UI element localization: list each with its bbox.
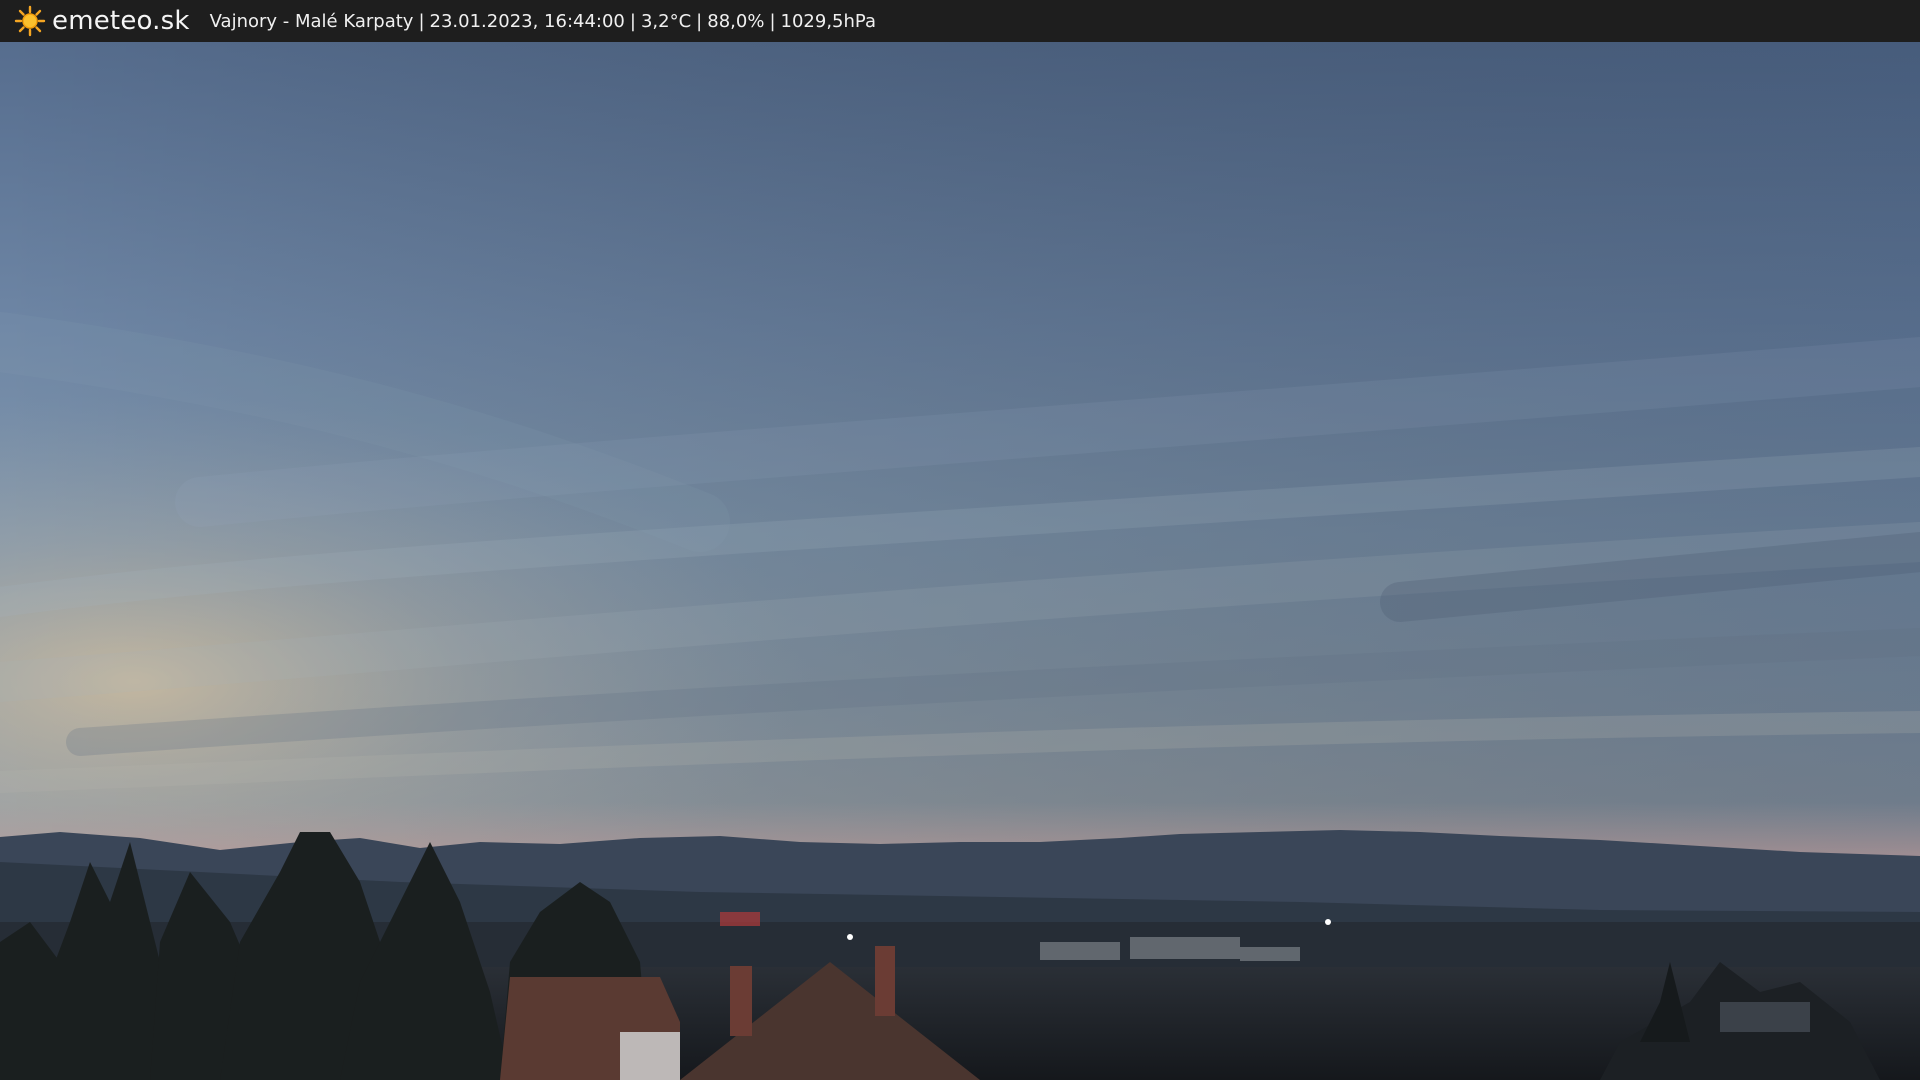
humidity-value: 88,0% [707,10,765,32]
brand-name: emeteo.sk [52,6,190,36]
separator: | [769,10,776,32]
webcam-frame: emeteo.sk Vajnory - Malé Karpaty | 23.01… [0,0,1920,1080]
brand-logo[interactable]: emeteo.sk [14,5,190,37]
temperature-value: 3,2°C [640,10,692,32]
overlay-header-bar: emeteo.sk Vajnory - Malé Karpaty | 23.01… [0,0,1920,42]
separator: | [418,10,425,32]
webcam-landscape-image [0,42,1920,1080]
location-label: Vajnory - Malé Karpaty [209,10,414,32]
separator: | [696,10,703,32]
sun-icon [14,5,46,37]
pressure-value: 1029,5hPa [780,10,876,32]
datetime-label: 23.01.2023, 16:44:00 [429,10,625,32]
separator: | [629,10,636,32]
station-info: Vajnory - Malé Karpaty | 23.01.2023, 16:… [210,11,876,32]
